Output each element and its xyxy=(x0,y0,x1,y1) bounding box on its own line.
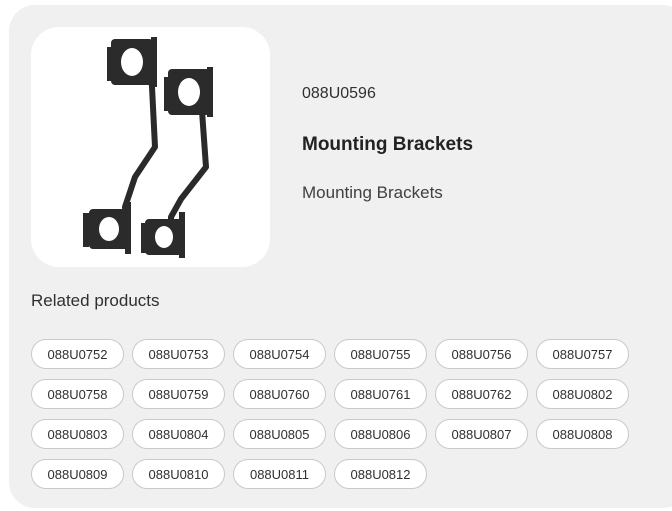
related-product-chip[interactable]: 088U0806 xyxy=(334,419,427,449)
related-product-chip[interactable]: 088U0812 xyxy=(334,459,427,489)
product-code: 088U0596 xyxy=(302,85,376,102)
related-product-chip[interactable]: 088U0802 xyxy=(536,379,629,409)
related-products-heading: Related products xyxy=(31,291,160,310)
related-product-chip[interactable]: 088U0761 xyxy=(334,379,427,409)
product-description: Mounting Brackets xyxy=(302,183,443,202)
related-product-chip[interactable]: 088U0753 xyxy=(132,339,225,369)
related-product-chip[interactable]: 088U0757 xyxy=(536,339,629,369)
related-product-chip[interactable]: 088U0759 xyxy=(132,379,225,409)
product-image xyxy=(31,27,270,267)
product-title: Mounting Brackets xyxy=(302,134,474,155)
related-product-chip[interactable]: 088U0756 xyxy=(435,339,528,369)
related-product-chip[interactable]: 088U0808 xyxy=(536,419,629,449)
related-product-chip[interactable]: 088U0754 xyxy=(233,339,326,369)
related-product-chip[interactable]: 088U0810 xyxy=(132,459,225,489)
related-product-chip[interactable]: 088U0809 xyxy=(31,459,124,489)
related-product-chip[interactable]: 088U0755 xyxy=(334,339,427,369)
mounting-brackets-image xyxy=(83,37,213,258)
related-product-chip[interactable]: 088U0752 xyxy=(31,339,124,369)
related-product-chip[interactable]: 088U0803 xyxy=(31,419,124,449)
related-product-chip[interactable]: 088U0758 xyxy=(31,379,124,409)
related-product-chip[interactable]: 088U0805 xyxy=(233,419,326,449)
related-product-chip[interactable]: 088U0760 xyxy=(233,379,326,409)
related-products-list: 088U0752 088U0753 088U0754 088U0755 088U0756… xyxy=(31,339,631,489)
related-product-chip[interactable]: 088U0807 xyxy=(435,419,528,449)
related-product-chip[interactable]: 088U0762 xyxy=(435,379,528,409)
related-product-chip[interactable]: 088U0811 xyxy=(233,459,326,489)
related-product-chip[interactable]: 088U0804 xyxy=(132,419,225,449)
